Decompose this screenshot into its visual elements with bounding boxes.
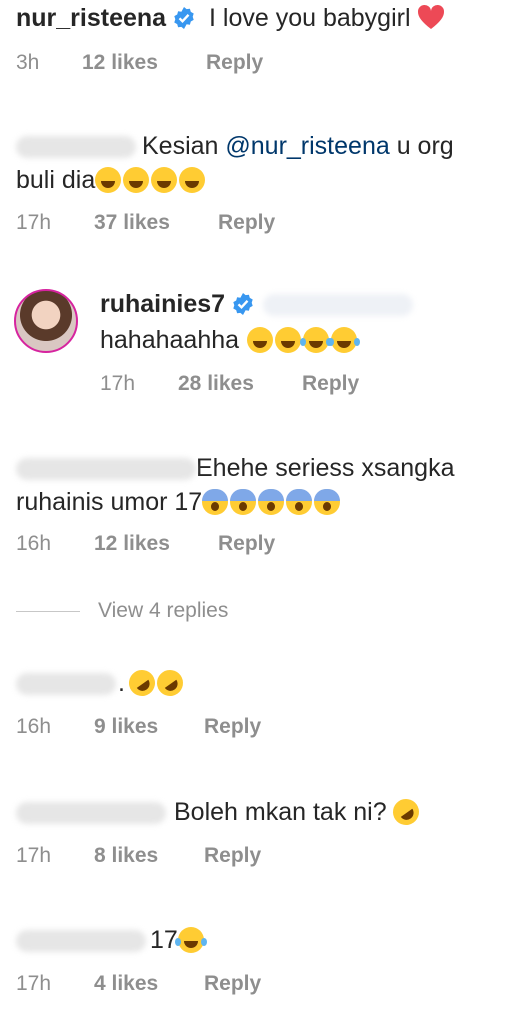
comment-time: 16h	[16, 715, 52, 738]
screaming-emoji-icon	[202, 489, 229, 515]
comment-text-line2: buli dia	[16, 165, 207, 195]
tongue-emoji-icon	[275, 327, 302, 353]
laughing-emoji-icon	[123, 167, 150, 193]
comment-text: nur_risteena I love you babygirl	[16, 3, 445, 33]
rofl-emoji-icon	[123, 664, 161, 702]
comment-time: 16h	[16, 532, 52, 555]
blurred-username	[16, 458, 196, 481]
tears-of-joy-emoji-icon	[328, 327, 358, 353]
comment-body: .	[118, 669, 125, 697]
laughing-emoji-icon	[179, 167, 206, 193]
comment-text: Boleh mkan tak ni?	[16, 793, 424, 831]
comment-time: 17h	[100, 372, 136, 395]
comment-likes[interactable]: 12 likes	[82, 50, 158, 76]
blurred-mention	[263, 294, 414, 317]
comment-text: .	[16, 664, 189, 702]
reply-button[interactable]: Reply	[302, 371, 359, 397]
comment-body: hahahaahha	[100, 326, 240, 354]
comment-username[interactable]: ruhainies7	[100, 290, 225, 318]
verified-badge-icon	[233, 293, 253, 315]
comment-body-cont: u org	[389, 132, 454, 160]
tongue-emoji-icon	[247, 327, 274, 353]
reply-button[interactable]: Reply	[218, 210, 275, 236]
screaming-emoji-icon	[258, 489, 285, 515]
comment-time: 3h	[16, 51, 40, 74]
comment-text: Kesian @nur_risteena u org	[16, 131, 454, 161]
tears-of-joy-emoji-icon	[174, 927, 204, 953]
laughing-emoji-icon	[95, 167, 122, 193]
avatar[interactable]	[14, 289, 78, 353]
comment-body: Ehehe seriess xsangka	[196, 454, 455, 482]
reply-button[interactable]: Reply	[204, 714, 261, 740]
comment-likes[interactable]: 12 likes	[94, 531, 170, 557]
mention-link[interactable]: @nur_risteena	[225, 132, 389, 160]
heart-icon	[417, 4, 444, 30]
rofl-emoji-icon	[151, 664, 189, 702]
comment-text-line2: hahahaahha	[100, 325, 359, 355]
tears-of-joy-emoji-icon	[300, 327, 330, 353]
comment-time: 17h	[16, 972, 52, 995]
blurred-username	[16, 136, 136, 159]
comment-body: I love you babygirl	[209, 4, 411, 32]
comment-body: 17	[150, 926, 178, 954]
reply-button[interactable]: Reply	[218, 531, 275, 557]
rofl-emoji-icon	[387, 793, 424, 831]
blurred-username	[16, 673, 116, 696]
reply-button[interactable]: Reply	[204, 843, 261, 869]
comment-text: Ehehe seriess xsangka	[16, 453, 454, 483]
reply-button[interactable]: Reply	[206, 50, 263, 76]
comment-body-line2: buli dia	[16, 166, 96, 194]
screaming-emoji-icon	[230, 489, 257, 515]
comment-time: 17h	[16, 211, 52, 234]
comment-text: ruhainies7	[100, 289, 414, 319]
blurred-username	[16, 802, 166, 825]
comment-likes[interactable]: 37 likes	[94, 210, 170, 236]
comment-likes[interactable]: 9 likes	[94, 714, 158, 740]
screaming-emoji-icon	[314, 489, 341, 515]
blurred-username	[16, 930, 146, 953]
comment-likes[interactable]: 28 likes	[178, 371, 254, 397]
verified-badge-icon	[174, 7, 194, 29]
comment-likes[interactable]: 8 likes	[94, 843, 158, 869]
view-replies-label: View 4 replies	[98, 599, 229, 622]
laughing-emoji-icon	[151, 167, 178, 193]
view-replies-button[interactable]: View 4 replies	[16, 598, 228, 624]
screaming-emoji-icon	[286, 489, 313, 515]
comment-body-line2: ruhainis umor 17	[16, 488, 203, 516]
divider	[16, 610, 80, 612]
comment-body: Boleh mkan tak ni?	[174, 798, 387, 826]
comment-text-line2: ruhainis umor 17	[16, 487, 342, 517]
comment-body: Kesian	[142, 132, 226, 160]
comment-time: 17h	[16, 844, 52, 867]
comment-text: 17	[16, 925, 206, 955]
comment-likes[interactable]: 4 likes	[94, 971, 158, 997]
reply-button[interactable]: Reply	[204, 971, 261, 997]
comment-username[interactable]: nur_risteena	[16, 4, 166, 32]
